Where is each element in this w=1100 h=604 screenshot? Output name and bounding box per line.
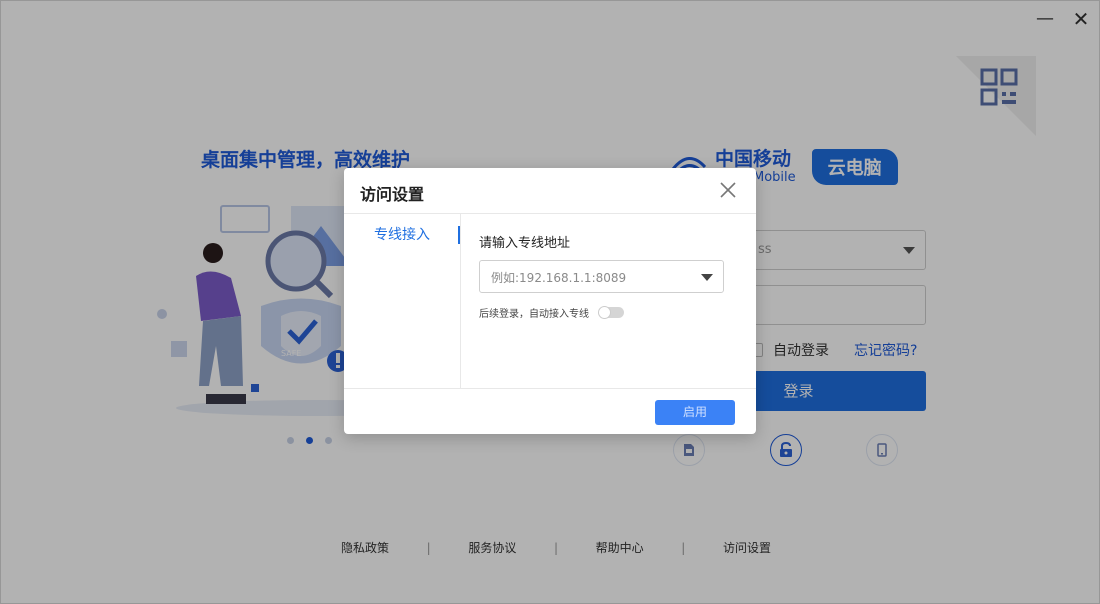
dialog-title: 访问设置 <box>360 185 425 204</box>
dialog-header: 访问设置 <box>344 168 756 214</box>
auto-connect-toggle[interactable] <box>598 306 624 319</box>
dialog-side-nav: 专线接入 <box>344 214 461 388</box>
address-field-label: 请输入专线地址 <box>479 236 571 251</box>
apply-button[interactable]: 启用 <box>655 400 735 425</box>
access-settings-dialog: 访问设置 专线接入 请输入专线地址 例如:192.168.1.1:8089 后续… <box>344 168 756 434</box>
dialog-main: 请输入专线地址 例如:192.168.1.1:8089 后续登录，自动接入专线 <box>479 214 739 388</box>
dialog-body: 专线接入 请输入专线地址 例如:192.168.1.1:8089 后续登录，自动… <box>344 214 756 388</box>
tab-dedicated-line[interactable]: 专线接入 <box>344 226 460 244</box>
dialog-footer: 启用 <box>344 388 756 434</box>
dedicated-line-address-select[interactable]: 例如:192.168.1.1:8089 <box>479 260 724 293</box>
tab-dedicated-line-label: 专线接入 <box>374 227 430 243</box>
toggle-knob <box>598 306 611 319</box>
address-placeholder: 例如:192.168.1.1:8089 <box>491 271 627 285</box>
close-icon[interactable] <box>718 180 738 200</box>
auto-connect-label: 后续登录，自动接入专线 <box>479 309 589 320</box>
auto-connect-row: 后续登录，自动接入专线 <box>479 305 624 320</box>
active-tab-indicator <box>458 226 460 244</box>
chevron-down-icon <box>701 274 713 281</box>
